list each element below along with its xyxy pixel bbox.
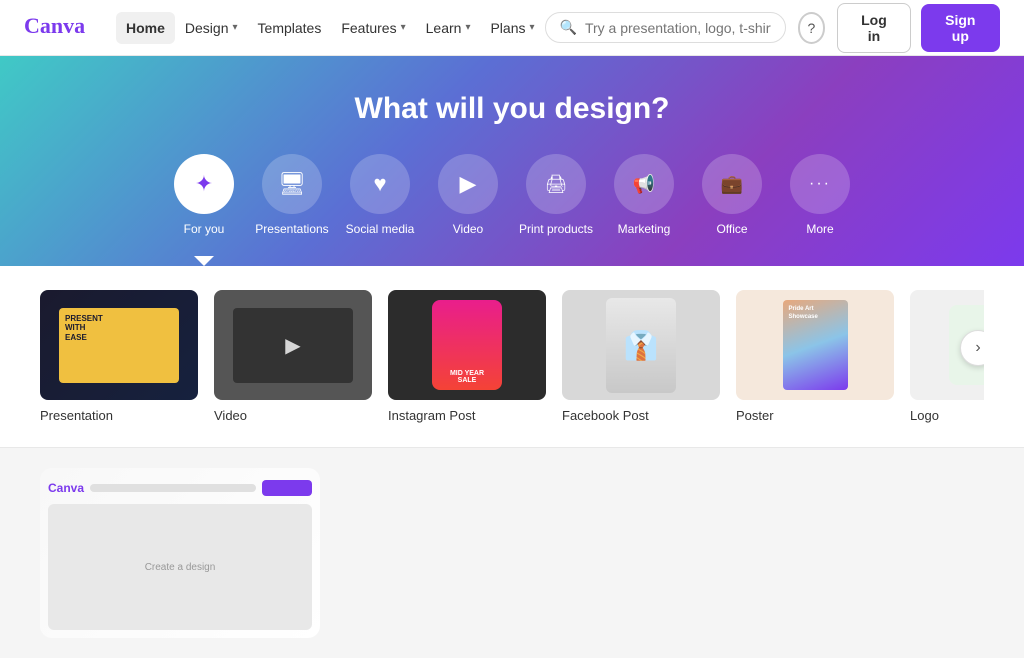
card-video-label: Video	[214, 408, 372, 423]
card-instagram-label: Instagram Post	[388, 408, 546, 423]
category-video[interactable]: ▶ Video	[428, 154, 508, 266]
search-icon: 🔍	[560, 19, 577, 36]
category-print-products-label: Print products	[519, 222, 593, 236]
card-instagram-thumb: MID YEARSALE	[388, 290, 546, 400]
card-video-thumb: ▶	[214, 290, 372, 400]
card-presentation[interactable]: PRESENTWITHEASE Presentation	[40, 290, 198, 423]
search-bar[interactable]: 🔍	[545, 12, 786, 43]
navbar: Canva Home Design ▾ Templates Features ▾…	[0, 0, 1024, 56]
category-marketing[interactable]: 📢 Marketing	[604, 154, 684, 266]
help-button[interactable]: ?	[798, 12, 826, 44]
nav-plans[interactable]: Plans ▾	[480, 12, 544, 44]
category-print-products[interactable]: 🖨 Print products	[516, 154, 596, 266]
search-input[interactable]	[585, 20, 771, 36]
category-social-media[interactable]: ♥ Social media	[340, 154, 420, 266]
category-office[interactable]: 💼 Office	[692, 154, 772, 266]
nav-design[interactable]: Design ▾	[175, 12, 248, 44]
category-presentations[interactable]: 🖥 Presentations	[252, 154, 332, 266]
laptop-screen: Canva Create a design	[40, 468, 320, 638]
card-facebook-thumb: 👔	[562, 290, 720, 400]
logo[interactable]: Canva	[24, 11, 96, 44]
category-more-label: More	[806, 222, 833, 236]
category-bar: ✦ For you 🖥 Presentations ♥ Social media…	[0, 154, 1024, 266]
features-chevron-icon: ▾	[401, 22, 406, 33]
signup-button[interactable]: Sign up	[921, 4, 1000, 52]
design-cards-container: PRESENTWITHEASE Presentation ▶ Video MID…	[40, 290, 984, 423]
nav-templates[interactable]: Templates	[248, 12, 332, 44]
svg-text:Canva: Canva	[24, 13, 85, 38]
card-facebook-post[interactable]: 👔 Facebook Post	[562, 290, 720, 423]
card-instagram-post[interactable]: MID YEARSALE Instagram Post	[388, 290, 546, 423]
login-button[interactable]: Log in	[837, 3, 910, 53]
nav-home[interactable]: Home	[116, 12, 175, 44]
category-marketing-label: Marketing	[618, 222, 671, 236]
social-media-icon: ♥	[350, 154, 410, 214]
card-poster-thumb: Pride ArtShowcase	[736, 290, 894, 400]
hero-title: What will you design?	[0, 92, 1024, 126]
nav-features[interactable]: Features ▾	[331, 12, 415, 44]
laptop-preview: Canva Create a design	[40, 468, 320, 638]
category-office-label: Office	[716, 222, 747, 236]
plans-chevron-icon: ▾	[530, 22, 535, 33]
more-icon: ···	[790, 154, 850, 214]
hero-section: What will you design? ✦ For you 🖥 Presen…	[0, 56, 1024, 266]
category-for-you-label: For you	[184, 222, 225, 236]
card-poster-label: Poster	[736, 408, 894, 423]
card-presentation-thumb: PRESENTWITHEASE	[40, 290, 198, 400]
office-icon: 💼	[702, 154, 762, 214]
for-you-icon: ✦	[174, 154, 234, 214]
category-more[interactable]: ··· More	[780, 154, 860, 266]
design-chevron-icon: ▾	[233, 22, 238, 33]
category-video-label: Video	[453, 222, 483, 236]
card-video[interactable]: ▶ Video	[214, 290, 372, 423]
bottom-section: Canva Create a design	[0, 448, 1024, 658]
marketing-icon: 📢	[614, 154, 674, 214]
learn-chevron-icon: ▾	[465, 22, 470, 33]
presentations-icon: 🖥	[262, 154, 322, 214]
category-social-media-label: Social media	[346, 222, 415, 236]
content-section: PRESENTWITHEASE Presentation ▶ Video MID…	[0, 266, 1024, 447]
print-products-icon: 🖨	[526, 154, 586, 214]
category-presentations-label: Presentations	[255, 222, 328, 236]
category-for-you[interactable]: ✦ For you	[164, 154, 244, 266]
card-logo-label: Logo	[910, 408, 984, 423]
card-presentation-label: Presentation	[40, 408, 198, 423]
card-facebook-label: Facebook Post	[562, 408, 720, 423]
card-poster[interactable]: Pride ArtShowcase Poster	[736, 290, 894, 423]
nav-learn[interactable]: Learn ▾	[416, 12, 481, 44]
video-icon: ▶	[438, 154, 498, 214]
